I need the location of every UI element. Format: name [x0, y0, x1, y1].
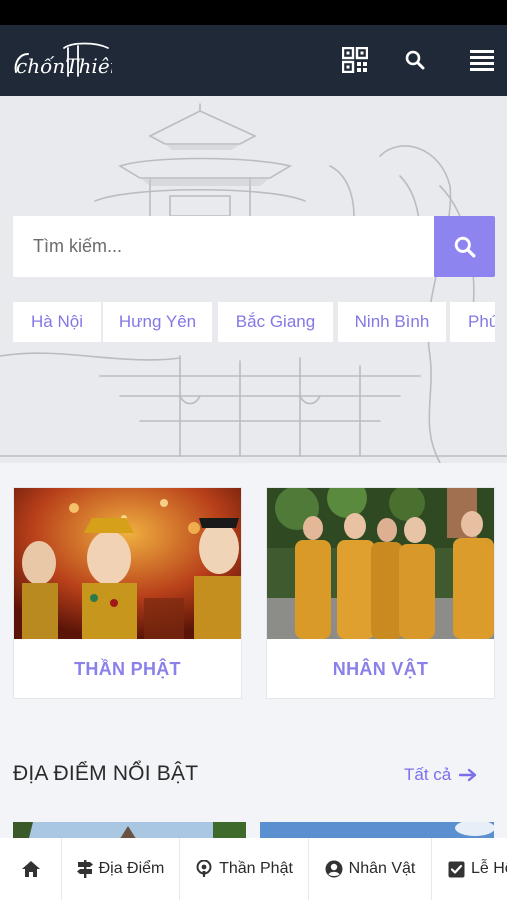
qr-code-icon[interactable] [340, 45, 370, 75]
nav-item-dia-diem[interactable]: Địa Điểm [62, 838, 180, 900]
location-chip-row: Hà Nội Hưng Yên Bắc Giang Ninh Bình Phú [13, 302, 495, 342]
hamburger-menu-icon[interactable] [467, 45, 497, 75]
home-icon [21, 861, 40, 877]
podcast-icon [196, 860, 212, 877]
logo[interactable]: chốnThiêng [12, 38, 135, 84]
logo-text: chốnThiêng [16, 54, 112, 78]
nav-item-label: Nhân Vật [348, 860, 416, 877]
search-input[interactable] [13, 216, 434, 277]
category-card-nhan-vat[interactable]: NHÂN VẬT [266, 487, 495, 699]
nav-item-than-phat[interactable]: Thần Phật [180, 838, 309, 900]
hero-section: Hà Nội Hưng Yên Bắc Giang Ninh Bình Phú [0, 96, 507, 463]
section-title: ĐỊA ĐIỂM NỔI BẬT [13, 762, 199, 785]
temple-sketch-background [0, 103, 507, 463]
search-icon[interactable] [400, 45, 430, 75]
search-field[interactable] [13, 216, 434, 277]
status-bar [0, 0, 507, 25]
category-card-than-phat[interactable]: THẦN PHẬT [13, 487, 242, 699]
location-chip[interactable]: Ninh Bình [338, 302, 446, 342]
nav-item-home[interactable] [0, 838, 62, 900]
search-icon [454, 236, 475, 257]
top-app-bar: chốnThiêng [0, 25, 507, 96]
category-label: THẦN PHẬT [74, 658, 181, 679]
signpost-icon [76, 860, 93, 878]
location-chip[interactable]: Bắc Giang [218, 302, 333, 342]
nav-item-label: Thần Phật [219, 860, 293, 877]
location-chip[interactable]: Hà Nội [13, 302, 101, 342]
see-all-label: Tất cả [404, 765, 452, 784]
search-button[interactable] [434, 216, 495, 277]
nav-item-nhan-vat[interactable]: Nhân Vật [309, 838, 432, 900]
arrow-right-icon [459, 768, 477, 782]
bottom-navigation: Địa Điểm Thần Phật Nhân Vật Lễ Hội [0, 838, 507, 900]
user-circle-icon [325, 860, 343, 878]
see-all-link[interactable]: Tất cả [404, 765, 477, 785]
nav-item-label: Địa Điểm [98, 860, 165, 877]
nav-item-label: Lễ Hội [471, 860, 507, 877]
category-label: NHÂN VẬT [332, 658, 429, 679]
location-chip[interactable]: Hưng Yên [103, 302, 212, 342]
nav-item-le-hoi[interactable]: Lễ Hội [432, 838, 507, 900]
location-chip[interactable]: Phú [450, 302, 495, 342]
category-image [14, 488, 241, 639]
category-image [267, 488, 494, 639]
check-square-icon [448, 861, 465, 877]
